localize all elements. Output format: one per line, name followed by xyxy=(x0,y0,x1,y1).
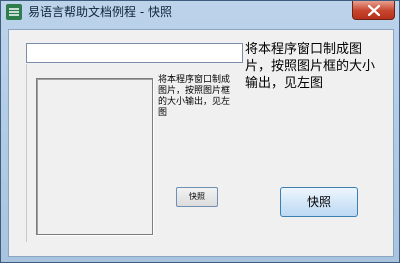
close-icon xyxy=(368,5,380,16)
title-bar[interactable]: 易语言帮助文档例程 - 快照 xyxy=(1,1,399,23)
app-icon xyxy=(6,4,22,20)
close-button[interactable] xyxy=(352,1,395,20)
snapshot-button: 快照 xyxy=(176,187,218,207)
snapshot-strip xyxy=(26,43,243,63)
window-title: 易语言帮助文档例程 - 快照 xyxy=(28,5,172,19)
app-window: 易语言帮助文档例程 - 快照 将本程序窗口制成图片，按照图片框的大小输出，见左图… xyxy=(0,0,400,263)
description-label: 将本程序窗口制成图片，按照图片框的大小输出，见左图 xyxy=(245,42,376,91)
window-client-area: 将本程序窗口制成图片，按照图片框的大小输出，见左图 快照 将本程序窗口制成图片，… xyxy=(8,29,394,257)
snapshot-label: 将本程序窗口制成图片，按照图片框的大小输出，见左图 xyxy=(158,75,231,118)
snapshot-action-button[interactable]: 快照 xyxy=(280,187,358,217)
snapshot-frame xyxy=(36,78,153,235)
